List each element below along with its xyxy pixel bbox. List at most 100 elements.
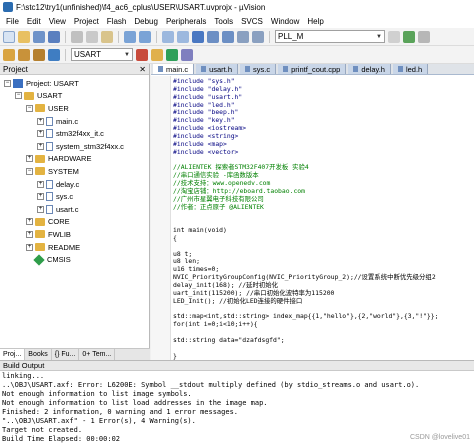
tree-item-usart-c[interactable]: + usart.c (0, 203, 149, 216)
config-icon[interactable] (418, 30, 430, 43)
file-icon (46, 116, 53, 126)
collapse-icon[interactable]: − (15, 92, 22, 100)
tree-item-delay-c[interactable]: + delay.c (0, 178, 149, 191)
find-combo[interactable]: PLL_M ▼ (275, 30, 385, 43)
menu-tools[interactable]: Tools (210, 17, 237, 26)
menu-project[interactable]: Project (70, 17, 103, 26)
tree-item-label: HARDWARE (48, 154, 92, 164)
line-gutter[interactable] (151, 76, 171, 360)
file-icon (46, 141, 53, 151)
debug-start-icon[interactable] (403, 30, 415, 43)
tree-item-fwlib[interactable]: + FWLIB (0, 228, 149, 241)
build-output-line: "..\OBJ\USART.axf" - 1 Error(s), 4 Warni… (2, 417, 196, 425)
menu-window[interactable]: Window (267, 17, 303, 26)
menu-debug[interactable]: Debug (130, 17, 162, 26)
expand-icon[interactable]: + (37, 193, 44, 201)
indent-icon[interactable] (237, 30, 249, 43)
pack-installer-icon[interactable] (166, 48, 178, 61)
toolbar-separator (65, 48, 66, 61)
save-all-icon[interactable] (48, 30, 60, 43)
close-icon[interactable]: ✕ (139, 65, 146, 74)
expand-icon[interactable]: + (26, 230, 33, 238)
bookmark-next-icon[interactable] (222, 30, 234, 43)
tree-item-user[interactable]: − USER (0, 102, 149, 115)
collapse-icon[interactable]: − (4, 79, 11, 87)
expand-icon[interactable]: + (37, 117, 44, 125)
folder-icon (35, 230, 45, 239)
build-output-line: linking... (2, 372, 45, 380)
tree-item-stm32f4xx-it-c[interactable]: + stm32f4xx_it.c (0, 127, 149, 140)
expand-icon[interactable]: + (37, 130, 44, 138)
collapse-icon[interactable]: − (26, 167, 33, 175)
translate-icon[interactable] (3, 48, 15, 61)
menu-view[interactable]: View (45, 17, 70, 26)
expand-icon[interactable]: + (37, 142, 44, 150)
tab-templates[interactable]: 0+ Tem... (79, 349, 116, 360)
toolbar-separator (156, 30, 157, 43)
build-icon[interactable] (18, 48, 30, 61)
folder-icon (35, 154, 45, 163)
nav-back-icon[interactable] (162, 30, 174, 43)
tree-item-label: CORE (48, 217, 70, 227)
open-folder-icon[interactable] (18, 30, 30, 43)
copy-icon[interactable] (86, 30, 98, 43)
expand-icon[interactable]: + (26, 243, 33, 251)
menu-flash[interactable]: Flash (103, 17, 131, 26)
expand-icon[interactable]: + (37, 180, 44, 188)
save-icon[interactable] (33, 30, 45, 43)
watermark: CSDN @lovelive01 (409, 434, 470, 441)
editor-tabs: main.c usart.h sys.c printf_cout.cpp delay.h… (151, 64, 474, 75)
tree-item-system-stm32f4xx-c[interactable]: + system_stm32f4xx.c (0, 140, 149, 153)
bookmark-icon[interactable] (192, 30, 204, 43)
tab-main-c[interactable]: main.c (153, 64, 195, 74)
tree-item-cmsis[interactable]: CMSIS (0, 253, 149, 266)
unindent-icon[interactable] (252, 30, 264, 43)
redo-icon[interactable] (139, 30, 151, 43)
tree-item-hardware[interactable]: + HARDWARE (0, 153, 149, 166)
download-icon[interactable] (48, 48, 60, 61)
code-area[interactable]: #include "sys.h" #include "delay.h" #inclu… (151, 76, 474, 360)
code-line: std::string data="dzafdsgfd"; (173, 335, 285, 344)
tab-project[interactable]: Proj... (0, 349, 26, 360)
tree-root[interactable]: − Project: USART (0, 77, 149, 90)
nav-forward-icon[interactable] (177, 30, 189, 43)
undo-icon[interactable] (124, 30, 136, 43)
collapse-icon[interactable]: − (26, 104, 33, 112)
chevron-down-icon[interactable]: ▼ (375, 31, 383, 42)
menu-file[interactable]: File (2, 17, 23, 26)
new-file-icon[interactable] (3, 30, 15, 43)
tree-item-system[interactable]: − SYSTEM (0, 165, 149, 178)
file-icon (46, 192, 53, 202)
tab-led-h[interactable]: led.h (392, 64, 429, 74)
rebuild-icon[interactable] (33, 48, 45, 61)
expand-icon[interactable]: + (26, 155, 33, 163)
tree-item-core[interactable]: + CORE (0, 216, 149, 229)
find-icon[interactable] (388, 30, 400, 43)
chevron-down-icon[interactable]: ▼ (123, 49, 131, 60)
code-line: { (173, 233, 177, 242)
menu-svcs[interactable]: SVCS (237, 17, 267, 26)
tree-item-label: USART (37, 91, 63, 101)
menu-edit[interactable]: Edit (23, 17, 45, 26)
tree-item-usart[interactable]: − USART (0, 90, 149, 103)
tab-printf-cout-cpp[interactable]: printf_cout.cpp (278, 64, 347, 74)
manage-project-icon[interactable] (151, 48, 163, 61)
expand-icon[interactable]: + (26, 218, 33, 226)
tab-sys-c[interactable]: sys.c (240, 64, 277, 74)
tree-item-sys-c[interactable]: + sys.c (0, 190, 149, 203)
target-options-icon[interactable] (136, 48, 148, 61)
menu-help[interactable]: Help (303, 17, 327, 26)
bookmark-prev-icon[interactable] (207, 30, 219, 43)
expand-icon[interactable]: + (37, 205, 44, 213)
tree-item-readme[interactable]: + README (0, 241, 149, 254)
tree-item-main-c[interactable]: + main.c (0, 115, 149, 128)
rte-icon[interactable] (181, 48, 193, 61)
tab-books[interactable]: Books (25, 349, 52, 360)
target-select[interactable]: USART ▼ (71, 48, 133, 61)
tab-delay-h[interactable]: delay.h (348, 64, 391, 74)
menu-peripherals[interactable]: Peripherals (162, 17, 210, 26)
cut-icon[interactable] (71, 30, 83, 43)
tab-usart-h[interactable]: usart.h (196, 64, 239, 74)
paste-icon[interactable] (101, 30, 113, 43)
tab-functions[interactable]: {} Fu... (52, 349, 80, 360)
